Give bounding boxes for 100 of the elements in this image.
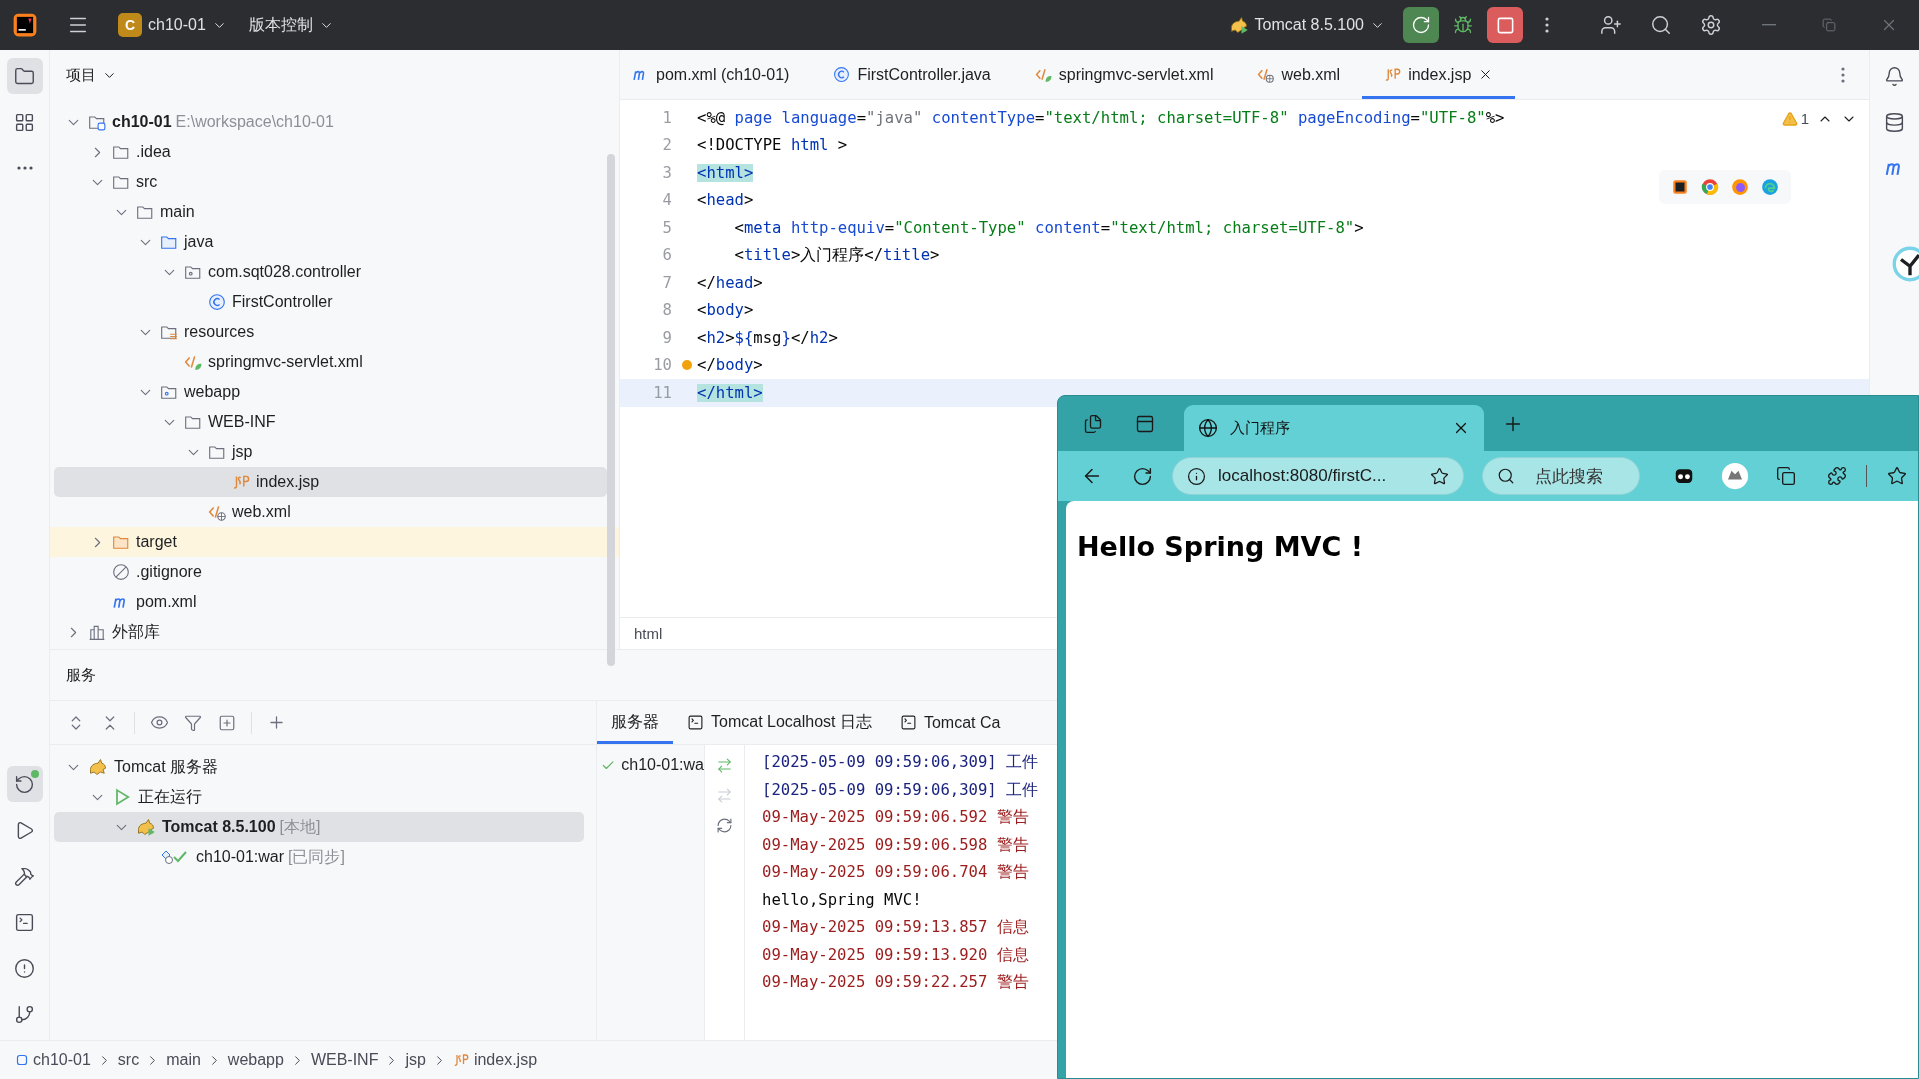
code-line: </body> [697,356,763,375]
breadcrumb-item[interactable]: src [117,1051,140,1069]
code-line: <h2>${msg}</h2> [697,328,838,347]
tree-item[interactable]: springmvc-servlet.xml [50,347,619,377]
log-line: 09-May-2025 09:59:06.598 警告 [762,834,1030,856]
info-icon [1187,466,1207,486]
browser-icon [1761,178,1779,196]
tree-item[interactable]: resources [50,317,619,347]
tree-item[interactable]: ch10-01:war [已同步] [50,842,596,872]
star-icon [1886,466,1907,486]
bell-icon [1884,65,1905,87]
tree-item[interactable]: Tomcat 服务器 [50,752,596,782]
line-number: 2 [661,136,672,155]
project-selector[interactable]: C ch10-01 [110,7,235,43]
vcs-menu[interactable]: 版本控制 [240,8,342,42]
tree-item[interactable]: Tomcat 8.5.100 [本地] [54,812,584,842]
line-number: 10 [652,356,672,375]
tree-item[interactable]: java [50,227,619,257]
tree-item[interactable]: main [50,197,619,227]
tree-item[interactable]: 外部库 [50,617,619,647]
tree-item[interactable]: target [50,527,619,557]
log-line: 09-May-2025 09:59:13.857 信息 [762,917,1030,939]
editor-tab[interactable]: web.xml [1235,50,1363,99]
line-number: 11 [652,383,672,402]
new-group-icon [218,713,236,732]
log-line: [2025-05-09 09:59:06,309] 工件 [762,779,1040,801]
code-line: </head> [697,273,763,292]
console-tab[interactable]: 服务器 [597,701,673,744]
console-tab[interactable]: Tomcat Ca [885,701,1015,744]
log-line: hello,Spring MVC! [762,890,923,912]
console-tab[interactable]: Tomcat Localhost 日志 [673,701,886,744]
extension-icon [1720,462,1749,490]
tree-item[interactable]: WEB-INF [50,407,619,437]
breadcrumb-item[interactable]: WEB-INF [310,1051,379,1069]
breadcrumb-item[interactable]: webapp [227,1051,284,1069]
stop-icon [1495,15,1515,35]
breadcrumb-item[interactable]: main [166,1051,201,1069]
tree-item[interactable]: index.jsp [54,467,607,497]
tree-item[interactable]: jsp [50,437,619,467]
tree-item[interactable]: src [50,167,619,197]
log-line: 09-May-2025 09:59:22.257 警告 [762,972,1030,994]
tree-item[interactable]: .gitignore [50,557,619,587]
run-configuration-selector[interactable]: Tomcat 8.5.100 [1220,9,1393,41]
folder-icon [208,443,226,461]
services-tool-button[interactable] [6,766,43,802]
line-number: 6 [661,246,672,265]
app-logo-icon [12,12,38,38]
folder-tool-button[interactable] [6,58,43,94]
line-number: 1 [661,108,672,127]
cat-icon [88,757,108,777]
tree-item[interactable]: com.sqt028.controller [50,257,619,287]
module-folder-icon [88,113,106,131]
browser-tab[interactable]: 入门程序 [1184,405,1484,451]
package-icon [184,263,202,281]
rerun-button[interactable] [1403,7,1439,43]
editor-tab[interactable]: pom.xml (ch10-01) [628,50,812,99]
tree-item[interactable]: .idea [50,137,619,167]
code-line: <head> [697,191,754,210]
code-line: <meta http-equiv="Content-Type" content="text/html; charset=UTF-8"> [733,218,1364,237]
tree-item[interactable]: pom.xml [50,587,619,617]
line-number: 7 [661,273,672,292]
assistant-button[interactable] [1891,246,1919,282]
panel-title[interactable]: 项目 [66,65,96,85]
deployment-item[interactable]: ch10-01:wa [597,751,704,779]
terminal-icon [14,911,35,933]
breadcrumb-item[interactable]: ch10-01 [16,1051,91,1069]
code-line: <title>入门程序</title> [733,244,940,266]
line-number: 3 [661,163,672,182]
breadcrumb-item[interactable]: index.jsp [452,1051,538,1069]
stop-button[interactable] [1487,7,1523,43]
tree-item[interactable]: FirstController [50,287,619,317]
database-icon [1884,111,1905,133]
breadcrumb-item[interactable]: jsp [405,1051,426,1069]
bug-icon [1453,15,1473,35]
address-bar[interactable]: localhost:8080/firstC... [1172,457,1465,495]
services-icon [14,773,35,795]
search-icon [1650,14,1672,36]
panel-icon [1135,413,1155,434]
jsp-file-icon [1384,66,1402,83]
warning-count[interactable]: 1 [1781,110,1809,127]
editor-tab[interactable]: index.jsp [1362,50,1516,99]
star-icon [1430,466,1450,486]
search-field[interactable]: 点此搜索 [1482,457,1641,495]
scrollbar[interactable] [607,154,615,666]
tree-item[interactable]: 正在运行 [50,782,596,812]
reload-icon [1132,465,1153,487]
tree-item[interactable]: webapp [50,377,619,407]
resources-folder-icon [160,323,178,341]
problems-icon [14,957,35,979]
page-heading: Hello Spring MVC ! [1077,531,1364,562]
restore-icon [1822,18,1836,32]
breadcrumb-item[interactable]: html [634,625,663,642]
editor-tab[interactable]: FirstController.java [811,50,1013,99]
jsp-file-icon [232,473,250,491]
folder-icon [112,143,130,161]
tree-item[interactable]: web.xml [50,497,619,527]
editor-tab[interactable]: springmvc-servlet.xml [1012,50,1236,99]
xml-file-icon [1257,66,1275,83]
tree-item[interactable]: ch10-01 E:\workspace\ch10-01 [50,107,619,137]
collections-icon [1775,466,1796,486]
